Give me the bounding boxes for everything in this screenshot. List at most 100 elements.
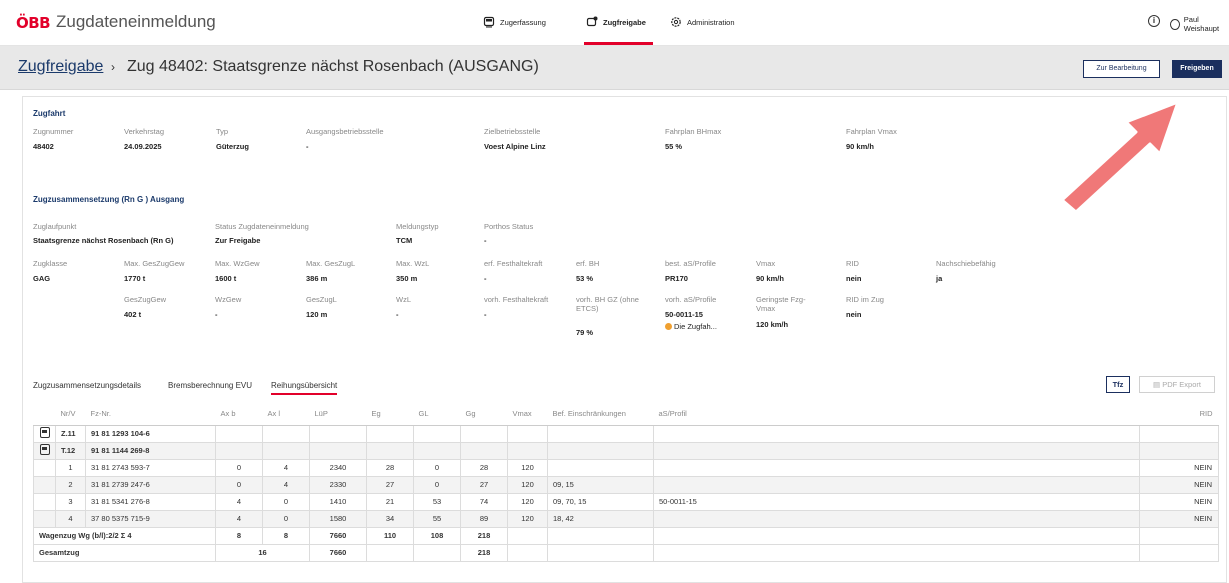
locomotive-icon: [39, 427, 50, 438]
column-header[interactable]: Vmax: [507, 403, 548, 426]
cell-bef: 18, 42: [547, 509, 654, 528]
field-label: GesZugGew: [124, 295, 167, 304]
cell-gg: 89: [460, 509, 508, 528]
active-nav-indicator: [584, 42, 653, 45]
cell: [366, 543, 414, 562]
column-header[interactable]: Gg: [460, 403, 508, 426]
cell-gl: 0: [413, 458, 461, 477]
field-value: -: [484, 236, 487, 245]
field-value: TCM: [396, 236, 413, 245]
field-value: Zur Freigabe: [215, 236, 261, 245]
loco-cell: [33, 441, 56, 460]
cell: [507, 441, 548, 460]
cell-axb: 0: [215, 475, 263, 494]
cell: [507, 424, 548, 443]
tfz-button[interactable]: Tfz: [1106, 376, 1130, 393]
reihung-table: Nr/V Fz-Nr. Ax b Ax l LüP Eg GL Gg Vmax …: [33, 403, 1219, 562]
cell: [460, 441, 508, 460]
column-header[interactable]: Eg: [366, 403, 414, 426]
cell-axl: 4: [262, 458, 310, 477]
nav-zugfreigabe[interactable]: Zugfreigabe: [586, 16, 646, 28]
warning-hint[interactable]: Die Zugfah...: [665, 322, 717, 331]
cell: [460, 424, 508, 443]
cell: [547, 441, 654, 460]
table-row-sum-wagenzug: Wagenzug Wg (b/l):2/2 Σ 4 8 8 7660 110 1…: [33, 526, 1219, 545]
cell: [366, 424, 414, 443]
cell-as: [653, 509, 1140, 528]
table-row-loco[interactable]: Z.11 91 81 1293 104-6: [33, 424, 1219, 443]
cell-rid: NEIN: [1139, 492, 1219, 511]
cell-gl: 53: [413, 492, 461, 511]
nav-label: Zugerfassung: [500, 17, 546, 27]
table-row[interactable]: 1 31 81 2743 593-7 0 4 2340 28 0 28 120 …: [33, 458, 1219, 477]
freigeben-button[interactable]: Freigeben: [1172, 60, 1222, 78]
table-row[interactable]: 3 31 81 5341 276-8 4 0 1410 21 53 74 120…: [33, 492, 1219, 511]
cell: [413, 543, 461, 562]
column-header[interactable]: Ax l: [262, 403, 310, 426]
column-header[interactable]: RID: [1139, 403, 1219, 426]
cell: [262, 441, 310, 460]
column-header[interactable]: Bef. Einschränkungen: [547, 403, 654, 426]
field-label: Zuglaufpunkt: [33, 222, 77, 231]
field-label: Ausgangsbetriebsstelle: [306, 127, 384, 136]
cell-axl: 0: [262, 492, 310, 511]
nav-zugerfassung[interactable]: Zugerfassung: [483, 16, 546, 28]
tab-bremsberechnung[interactable]: Bremsberechnung EVU: [168, 381, 252, 390]
cell-vmax: 120: [507, 509, 548, 528]
field-label: Max. WzGew: [215, 259, 260, 268]
field-label: Geringste Fzg-Vmax: [756, 295, 806, 313]
cell-eg: 28: [366, 458, 414, 477]
obb-logo[interactable]: ÖBB: [16, 14, 51, 32]
cell-vmax: 120: [507, 458, 548, 477]
field-value: nein: [846, 310, 862, 319]
cell-lup: 1580: [309, 509, 367, 528]
locomotive-icon: [39, 444, 50, 455]
tab-zugzusammensetzungsdetails[interactable]: Zugzusammensetzungsdetails: [33, 381, 141, 390]
table-row[interactable]: 2 31 81 2739 247-6 0 4 2330 27 0 27 120 …: [33, 475, 1219, 494]
cell-eg: 21: [366, 492, 414, 511]
column-header[interactable]: Fz-Nr.: [85, 403, 216, 426]
cell-axb: 4: [215, 492, 263, 511]
loco-cell: [33, 424, 56, 443]
cell-fz: 31 81 2743 593-7: [85, 458, 216, 477]
breadcrumb-separator: ›: [111, 60, 115, 74]
cell: [653, 424, 1140, 443]
field-label: vorh. aS/Profile: [665, 295, 717, 304]
pdf-export-button[interactable]: ▤ PDF Export: [1139, 376, 1215, 393]
field-label: Verkehrstag: [124, 127, 165, 136]
table-row-loco[interactable]: T.12 91 81 1144 269-8: [33, 441, 1219, 460]
field-value: 90 km/h: [756, 274, 784, 283]
cell-eg: 34: [366, 509, 414, 528]
field-label: Fahrplan Vmax: [846, 127, 897, 136]
tab-reihungsuebersicht[interactable]: Reihungsübersicht: [271, 381, 338, 395]
cell-vmax: 120: [507, 475, 548, 494]
pdf-export-label: PDF Export: [1162, 380, 1201, 389]
zur-bearbeitung-button[interactable]: Zur Bearbeitung: [1083, 60, 1160, 78]
breadcrumb-link[interactable]: Zugfreigabe: [18, 58, 103, 76]
cell: [507, 526, 548, 545]
field-value: -: [215, 310, 218, 319]
column-header[interactable]: Ax b: [215, 403, 263, 426]
nav-administration[interactable]: Administration: [670, 16, 735, 28]
field-label: WzGew: [215, 295, 242, 304]
column-header[interactable]: aS/Profil: [653, 403, 1140, 426]
info-icon[interactable]: i: [1148, 15, 1160, 27]
field-label: Nachschiebefähig: [936, 259, 996, 268]
cell-as: [653, 458, 1140, 477]
field-value: -: [484, 274, 487, 283]
table-row[interactable]: 4 37 80 5375 715-9 4 0 1580 34 55 89 120…: [33, 509, 1219, 528]
cell-bef: 09, 15: [547, 475, 654, 494]
cell-fz: 31 81 5341 276-8: [85, 492, 216, 511]
cell-gg: 27: [460, 475, 508, 494]
field-label: Status Zugdateneinmeldung: [215, 222, 309, 231]
cell-axl: 0: [262, 509, 310, 528]
column-header[interactable]: GL: [413, 403, 461, 426]
user-menu[interactable]: Paul Weishaupt: [1170, 15, 1229, 33]
field-value: 55 %: [665, 142, 683, 151]
cell: [33, 492, 56, 511]
column-header[interactable]: LüP: [309, 403, 367, 426]
cell-axb: 0: [215, 458, 263, 477]
column-header[interactable]: Nr/V: [55, 403, 86, 426]
cell-gg: 218: [460, 526, 508, 545]
column-header: [33, 403, 56, 426]
